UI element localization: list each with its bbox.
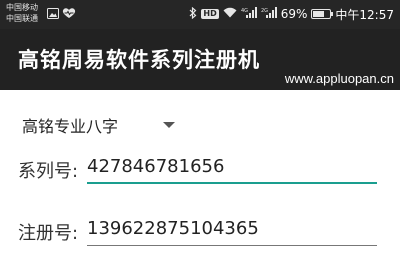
photo-icon — [47, 4, 59, 23]
dropdown-arrow-icon — [163, 122, 175, 128]
battery-percent: 69% — [280, 7, 308, 21]
notification-icons — [47, 6, 76, 20]
product-spinner-value: 高铭专业八字 — [22, 117, 119, 136]
signal-2g-label: 2G — [261, 8, 268, 14]
hd-voice-icon: HD — [201, 9, 219, 19]
wifi-icon — [223, 7, 237, 21]
serial-label: 系列号: — [18, 161, 79, 182]
battery-level-fill — [313, 11, 325, 17]
status-bar: 中国移动 中国联通 HD 4G 2G 69% 中午12:57 — [0, 0, 400, 29]
product-spinner[interactable]: 高铭专业八字 — [22, 110, 182, 140]
carrier-info: 中国移动 中国联通 — [6, 2, 38, 24]
health-heart-icon — [62, 4, 76, 23]
signal-4g-label: 4G — [241, 8, 248, 14]
carrier-line-1: 中国移动 — [6, 3, 38, 12]
battery-icon — [311, 9, 334, 19]
clock: 中午12:57 — [335, 7, 394, 22]
bluetooth-icon — [189, 6, 197, 22]
carrier-line-2: 中国联通 — [6, 14, 38, 23]
serial-row: 系列号: 427846781656 — [18, 153, 380, 184]
app-bar: 高铭周易软件系列注册机 www.appluopan.cn — [0, 29, 400, 90]
app-title: 高铭周易软件系列注册机 — [18, 48, 260, 72]
registration-label: 注册号: — [18, 223, 79, 244]
registration-row: 注册号: 139622875104365 — [18, 215, 380, 246]
watermark-text: www.appluopan.cn — [284, 71, 394, 86]
registration-input[interactable]: 139622875104365 — [87, 218, 377, 246]
system-status-icons: HD 4G 2G 69% 中午12:57 — [189, 6, 394, 22]
serial-input[interactable]: 427846781656 — [87, 156, 377, 184]
signal-2g-icon: 2G — [261, 6, 277, 22]
signal-4g-icon: 4G — [241, 6, 257, 22]
